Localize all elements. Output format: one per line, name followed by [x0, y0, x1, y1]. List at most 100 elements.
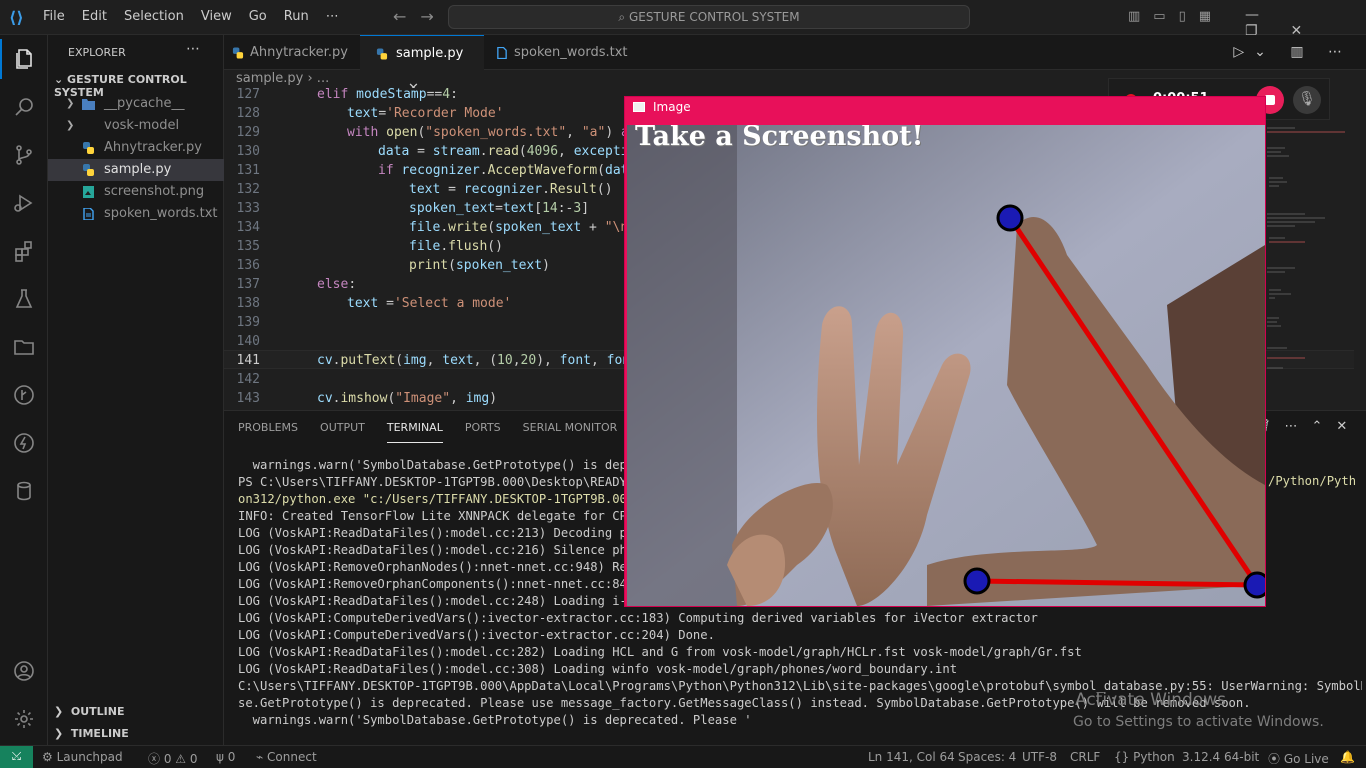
- menu-file[interactable]: File: [43, 9, 65, 24]
- tree-item-spoken-words[interactable]: spoken_words.txt: [48, 203, 224, 225]
- problems-status[interactable]: ⓧ 0 ⚠ 0: [148, 750, 198, 767]
- image-file-icon: [83, 186, 94, 198]
- tree-item-vosk-model[interactable]: ❯ vosk-model: [48, 115, 224, 137]
- language-status[interactable]: {} Python: [1114, 750, 1175, 764]
- terminal-line: LOG (VoskAPI:ComputeDerivedVars():ivecto…: [238, 628, 715, 642]
- activity-bar: [0, 35, 48, 745]
- window-app-icon: [633, 102, 645, 112]
- tab-problems[interactable]: PROBLEMS: [238, 421, 298, 443]
- menu-run[interactable]: Run: [284, 9, 309, 24]
- layout-toggles-icon[interactable]: ▥▭▯▦: [1128, 9, 1224, 24]
- folder-icon[interactable]: [0, 327, 48, 367]
- database-icon[interactable]: [0, 471, 48, 511]
- menu-view[interactable]: View: [201, 9, 232, 24]
- nav-arrows-icon[interactable]: ←→: [393, 7, 448, 26]
- cursor-position[interactable]: Ln 141, Col 64: [868, 750, 955, 764]
- error-count: 0: [163, 752, 172, 766]
- line-number: 137: [236, 277, 260, 292]
- panel-tabs: PROBLEMS OUTPUT TERMINAL PORTS SERIAL MO…: [238, 421, 668, 443]
- connect-label: Connect: [267, 750, 317, 764]
- eol-status[interactable]: CRLF: [1070, 750, 1100, 764]
- tab-spoken-words[interactable]: spoken_words.txt: [488, 35, 638, 70]
- landmark-line: [1007, 216, 1260, 587]
- breadcrumb[interactable]: sample.py › ...: [236, 71, 329, 86]
- encoding-status[interactable]: UTF-8: [1022, 750, 1057, 764]
- python-file-icon: [232, 47, 244, 59]
- opencv-image-window[interactable]: Image Take a Screenshot!: [624, 96, 1266, 607]
- tab-ports[interactable]: PORTS: [465, 421, 501, 443]
- tab-ahnytracker[interactable]: Ahnytracker.py: [224, 35, 360, 70]
- command-center-search[interactable]: ⌕ GESTURE CONTROL SYSTEM: [448, 5, 970, 29]
- line-number: 134: [236, 220, 260, 235]
- warning-count: 0: [189, 752, 198, 766]
- panel-controls-icon[interactable]: 🗑⋯⌃✕: [1254, 419, 1361, 434]
- git-graph-icon[interactable]: [0, 375, 48, 415]
- search-icon[interactable]: [0, 87, 48, 127]
- line-number: 128: [236, 106, 260, 121]
- mute-microphone-icon[interactable]: 🎙: [1293, 86, 1321, 114]
- line-number: 135: [236, 239, 260, 254]
- terminal-line: LOG (VoskAPI:ComputeDerivedVars():ivecto…: [238, 611, 1038, 625]
- settings-gear-icon[interactable]: [0, 699, 48, 739]
- menu-edit[interactable]: Edit: [82, 9, 107, 24]
- tab-output[interactable]: OUTPUT: [320, 421, 365, 443]
- tab-sample[interactable]: sample.py ✕: [360, 35, 484, 96]
- line-number: 132: [236, 182, 260, 197]
- tab-terminal[interactable]: TERMINAL: [386, 421, 443, 443]
- tree-item-sample[interactable]: sample.py: [48, 159, 224, 181]
- menu-go[interactable]: Go: [249, 9, 267, 24]
- notifications-bell-icon[interactable]: 🔔: [1340, 750, 1355, 764]
- chevron-right-icon: ❯: [66, 98, 75, 109]
- outline-section[interactable]: ❯ OUTLINE: [54, 705, 125, 718]
- line-number: 130: [236, 144, 260, 159]
- source-control-icon[interactable]: [0, 135, 48, 175]
- tree-item-label: __pycache__: [104, 96, 185, 111]
- line-number: 140: [236, 334, 260, 349]
- menu-selection[interactable]: Selection: [124, 9, 184, 24]
- account-icon[interactable]: [0, 651, 48, 691]
- camera-feed: Take a Screenshot!: [627, 125, 1265, 606]
- line-number: 143: [236, 391, 260, 406]
- folder-icon: [82, 99, 95, 110]
- search-label: GESTURE CONTROL SYSTEM: [628, 10, 800, 24]
- vscode-logo-icon: ⟨⟩: [9, 8, 24, 27]
- editor-actions-icon[interactable]: ▷⌄ ▥ ⋯: [1233, 44, 1352, 60]
- extensions-icon[interactable]: [0, 231, 48, 271]
- landmark-point: [1243, 571, 1265, 599]
- tree-item-ahnytracker[interactable]: Ahnytracker.py: [48, 137, 224, 159]
- go-live-status[interactable]: ⦿ Go Live: [1268, 750, 1329, 767]
- image-window-title: Image: [653, 100, 691, 114]
- menu-more[interactable]: ⋯: [326, 9, 339, 24]
- line-number: 138: [236, 296, 260, 311]
- ports-status[interactable]: ψ 0: [216, 750, 235, 764]
- python-file-icon: [83, 164, 94, 176]
- terminal-line: LOG (VoskAPI:ReadDataFiles():model.cc:28…: [238, 645, 1082, 659]
- tree-item-screenshot[interactable]: screenshot.png: [48, 181, 224, 203]
- terminal-path-fragment: /Python/Pyth: [1268, 474, 1357, 488]
- launchpad-status[interactable]: ⚙ Launchpad: [42, 750, 123, 764]
- tree-item-pycache[interactable]: ❯ __pycache__: [48, 93, 224, 115]
- hand-landmark-overlay: [963, 204, 1265, 599]
- interpreter-status[interactable]: 3.12.4 64-bit: [1182, 750, 1259, 764]
- tree-item-label: vosk-model: [104, 118, 180, 133]
- minimap[interactable]: [1265, 118, 1355, 378]
- remote-indicator-icon[interactable]: ⤩: [0, 746, 33, 768]
- text-file-icon: [497, 47, 507, 59]
- image-window-titlebar[interactable]: Image: [633, 100, 691, 114]
- launchpad-label: Launchpad: [56, 750, 123, 764]
- overlay-caption: Take a Screenshot!: [635, 125, 924, 152]
- testing-icon[interactable]: [0, 279, 48, 319]
- tree-item-label: screenshot.png: [104, 184, 205, 199]
- activation-watermark-title: Activate Windows: [1075, 690, 1226, 710]
- indentation-status[interactable]: Spaces: 4: [958, 750, 1016, 764]
- line-number: 142: [236, 372, 260, 387]
- explorer-icon[interactable]: [0, 39, 48, 79]
- lightning-icon[interactable]: [0, 423, 48, 463]
- run-debug-icon[interactable]: [0, 183, 48, 223]
- line-number: 141: [236, 353, 260, 368]
- landmark-point: [963, 567, 991, 595]
- tab-serial-monitor[interactable]: SERIAL MONITOR: [523, 421, 618, 443]
- timeline-section[interactable]: ❯ TIMELINE: [54, 727, 129, 740]
- connect-status[interactable]: ⌁ Connect: [256, 750, 317, 764]
- explorer-more-icon[interactable]: ⋯: [186, 41, 200, 57]
